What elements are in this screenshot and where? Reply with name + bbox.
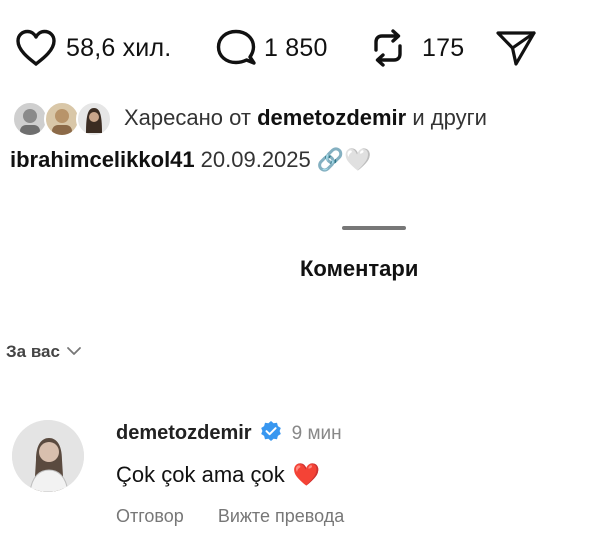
comment-username[interactable]: demetozdemir xyxy=(116,422,252,445)
verified-badge-icon xyxy=(260,420,282,447)
avatar xyxy=(44,101,80,137)
comment-header: demetozdemir 9 мин xyxy=(116,420,342,447)
like-action[interactable]: 58,6 хил. xyxy=(14,28,171,68)
liked-by-suffix[interactable]: и други xyxy=(412,105,487,130)
comment-timestamp: 9 мин xyxy=(291,422,342,444)
liked-by-prefix: Харесано от xyxy=(124,105,251,130)
post-caption: ibrahimcelikkol41 20.09.2025 🔗🤍 xyxy=(10,147,372,173)
caption-username[interactable]: ibrahimcelikkol41 xyxy=(10,147,195,173)
filter-label: За вас xyxy=(6,342,60,361)
caption-emojis: 🔗🤍 xyxy=(316,147,372,172)
comments-count: 1 850 xyxy=(264,33,328,62)
comments-sheet-title: Коментари xyxy=(300,256,419,281)
repost-action[interactable]: 175 xyxy=(368,28,464,68)
liked-by-text: Харесано от demetozdemir и други xyxy=(124,105,487,131)
caption-date: 20.09.2025 xyxy=(200,147,311,172)
see-translation-button[interactable]: Вижте превода xyxy=(218,506,344,527)
reply-button[interactable]: Отговор xyxy=(116,506,184,527)
repost-icon[interactable] xyxy=(368,28,408,68)
avatar xyxy=(76,101,112,137)
comment-actions: Отговор Вижте превода xyxy=(116,506,344,527)
likes-count: 58,6 хил. xyxy=(66,33,172,62)
liked-by-row[interactable]: Харесано от demetozdemir и други xyxy=(12,98,487,138)
comment-action[interactable]: 1 850 xyxy=(214,28,328,68)
red-heart-icon: ❤️ xyxy=(292,462,321,487)
avatar xyxy=(12,101,48,137)
comment-text: Çok çok ama çok xyxy=(116,462,285,487)
liked-by-username[interactable]: demetozdemir xyxy=(257,105,406,130)
sheet-drag-handle[interactable] xyxy=(342,226,406,230)
commenter-avatar[interactable] xyxy=(12,420,84,492)
comment-bubble-icon[interactable] xyxy=(214,28,258,68)
comment-text-row: Çok çok ama çok ❤️ xyxy=(116,462,320,488)
chevron-down-icon xyxy=(66,342,82,362)
share-action[interactable] xyxy=(494,28,538,68)
send-paper-plane-icon[interactable] xyxy=(494,28,538,68)
comments-filter-dropdown[interactable]: За вас xyxy=(6,342,82,362)
reposts-count: 175 xyxy=(422,33,465,62)
heart-icon[interactable] xyxy=(14,28,58,68)
liked-by-avatars[interactable] xyxy=(12,99,112,137)
